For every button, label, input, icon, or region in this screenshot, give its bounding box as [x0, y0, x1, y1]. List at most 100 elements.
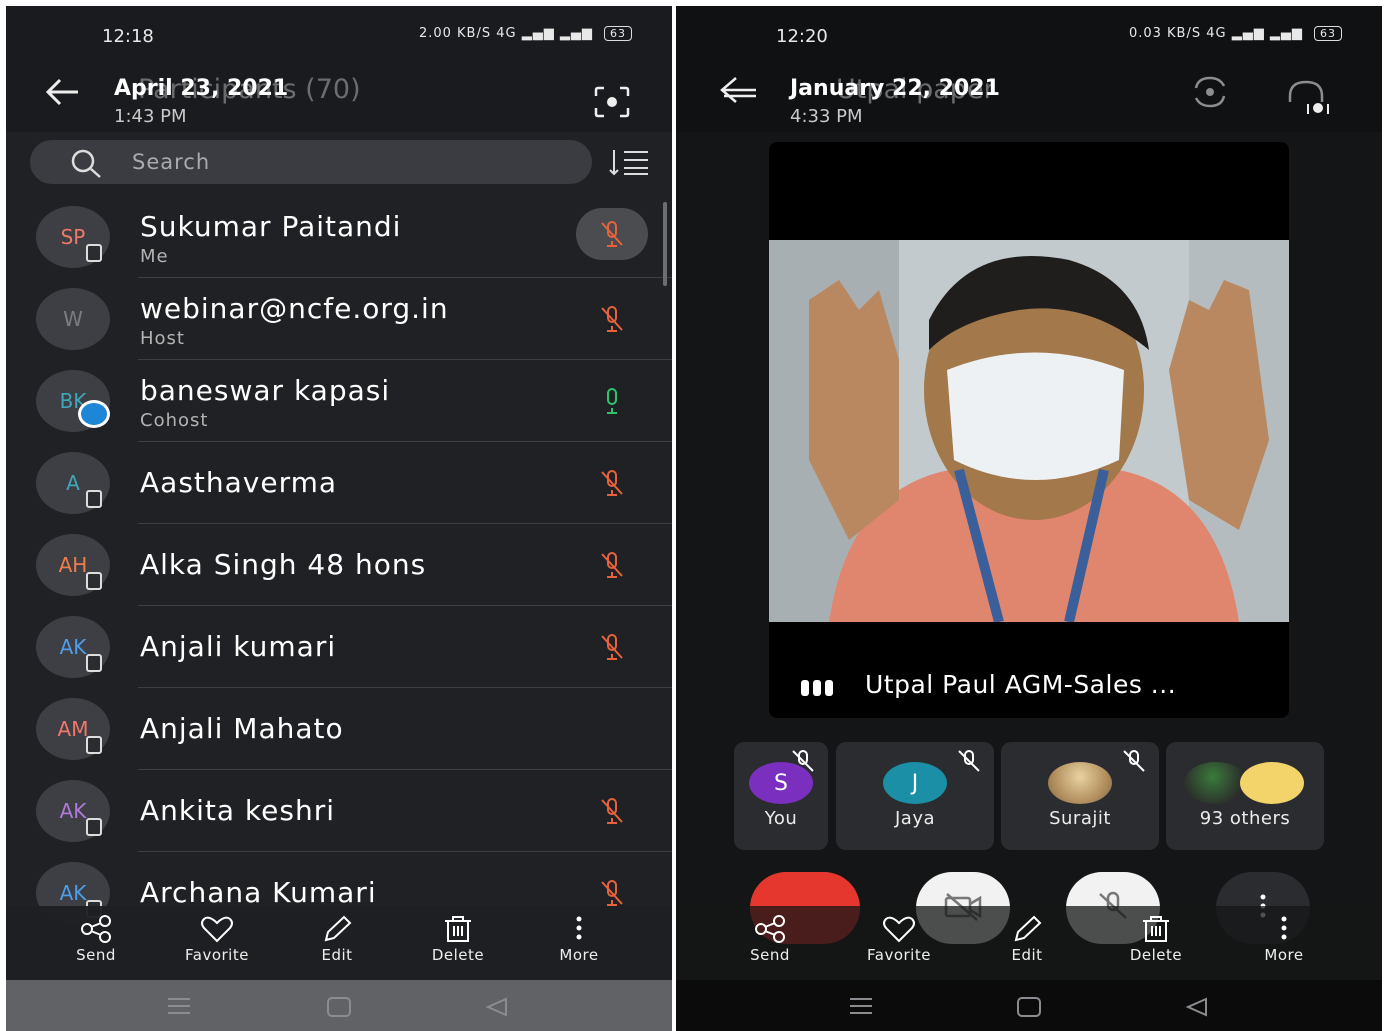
send-label: Send	[76, 946, 116, 964]
tile-label: 93 others	[1199, 808, 1291, 829]
mic-off-icon[interactable]	[598, 550, 626, 580]
avatar	[1240, 762, 1304, 804]
status-time: 12:20	[776, 26, 828, 47]
more-button[interactable]: More	[1229, 914, 1339, 964]
mic-off-icon[interactable]	[598, 796, 626, 826]
status-time: 12:18	[102, 26, 154, 47]
send-button[interactable]: Send	[41, 914, 151, 964]
system-nav-bar	[6, 980, 672, 1031]
more-vertical-icon	[1281, 916, 1287, 940]
avatar: W	[36, 288, 110, 350]
mobile-device-icon	[86, 818, 102, 836]
participant-name: Aasthaverma	[140, 466, 338, 499]
participant-role: Cohost	[140, 410, 209, 431]
mobile-device-icon	[86, 244, 102, 262]
cohost-badge-icon	[78, 400, 110, 428]
favorite-button[interactable]: Favorite	[162, 914, 272, 964]
participant-row[interactable]: AM Anjali Mahato	[6, 688, 672, 770]
participant-tile-you[interactable]: S You	[734, 742, 828, 850]
heart-icon	[883, 916, 915, 943]
participant-row[interactable]: AH Alka Singh 48 hons	[6, 524, 672, 606]
edit-button[interactable]: Edit	[282, 914, 392, 964]
participant-row[interactable]: SP Sukumar Paitandi Me	[6, 196, 672, 278]
back-nav-icon[interactable]	[484, 996, 510, 1018]
speaker-video-frame	[769, 240, 1289, 622]
system-nav-bar	[676, 980, 1382, 1031]
share-icon	[755, 915, 785, 943]
participant-name: Anjali kumari	[140, 630, 337, 663]
search-placeholder: Search	[132, 150, 211, 174]
audio-level-icon	[801, 680, 833, 696]
send-button[interactable]: Send	[715, 914, 825, 964]
participant-tile-others[interactable]: 93 others	[1166, 742, 1324, 850]
back-arrow-icon[interactable]	[716, 72, 760, 112]
participant-row[interactable]: Wwebinar@ncfe.org.in Host	[6, 278, 672, 360]
mic-off-icon[interactable]	[598, 632, 626, 662]
delete-button[interactable]: Delete	[1101, 914, 1211, 964]
sort-icon[interactable]	[608, 146, 650, 178]
participant-name: Ankita keshri	[140, 794, 335, 827]
back-arrow-icon[interactable]	[40, 72, 84, 112]
scrollbar[interactable]	[663, 202, 667, 286]
more-button[interactable]: More	[524, 914, 634, 964]
participant-role: Me	[140, 246, 169, 267]
gallery-action-bar: Send Favorite Edit Delete More	[676, 906, 1382, 980]
mic-off-icon[interactable]	[576, 208, 648, 260]
participants-screen: 12:18 2.00 KB/S 4G ▂▄▆ ▂▄▆ 63 Participan…	[6, 6, 672, 1031]
status-bar: 12:20 0.03 KB/S 4G ▂▄▆ ▂▄▆ 63	[676, 6, 1382, 54]
participant-name: Sukumar Paitandi	[140, 210, 402, 243]
search-input[interactable]: Search	[30, 140, 592, 184]
edit-label: Edit	[1011, 946, 1043, 964]
mic-on-icon[interactable]	[598, 386, 626, 416]
status-indicators: 2.00 KB/S 4G ▂▄▆ ▂▄▆ 63	[419, 26, 632, 41]
delete-label: Delete	[1129, 946, 1183, 964]
mic-off-icon[interactable]	[598, 878, 626, 908]
network-speed: 0.03 KB/S	[1128, 26, 1202, 41]
avatar: J	[883, 762, 947, 804]
participant-row[interactable]: AK Ankita keshri	[6, 770, 672, 852]
edit-label: Edit	[321, 946, 353, 964]
audio-output-icon[interactable]	[1282, 78, 1334, 118]
mobile-device-icon	[86, 490, 102, 508]
tile-label: Jaya	[894, 808, 936, 829]
photo-date: January 22, 2021	[790, 76, 1000, 101]
active-speaker-video[interactable]: Utpal Paul AGM-Sales ...	[769, 142, 1289, 718]
home-nav-icon[interactable]	[1016, 996, 1042, 1018]
participant-role: Host	[140, 328, 185, 349]
gallery-action-bar: Send Favorite Edit Delete More	[6, 906, 672, 980]
app-header: Participants (70) April 23, 2021 1:43 PM	[6, 54, 672, 132]
tile-label: Surajit	[1049, 808, 1111, 829]
delete-button[interactable]: Delete	[403, 914, 513, 964]
search-icon	[71, 149, 101, 178]
more-vertical-icon	[576, 916, 582, 940]
participant-name: webinar@ncfe.org.in	[140, 292, 449, 325]
pencil-icon	[324, 915, 352, 942]
mic-off-icon[interactable]	[598, 468, 626, 498]
favorite-label: Favorite	[185, 946, 249, 964]
switch-camera-icon[interactable]	[1188, 74, 1232, 110]
home-nav-icon[interactable]	[326, 996, 352, 1018]
delete-label: Delete	[431, 946, 485, 964]
participant-row[interactable]: AK Anjali kumari	[6, 606, 672, 688]
participant-row[interactable]: BK baneswar kapasi Cohost	[6, 360, 672, 442]
participant-tile-jaya[interactable]: J Jaya	[836, 742, 994, 850]
mic-off-icon	[958, 750, 980, 772]
mic-off-icon[interactable]	[598, 304, 626, 334]
lens-scan-icon[interactable]	[592, 84, 632, 120]
edit-button[interactable]: Edit	[972, 914, 1082, 964]
participant-tile-surajit[interactable]: Surajit	[1001, 742, 1159, 850]
network-speed: 2.00 KB/S	[418, 26, 492, 41]
mic-off-icon	[1123, 750, 1145, 772]
recents-nav-icon[interactable]	[848, 996, 874, 1016]
heart-icon	[201, 916, 233, 943]
favorite-button[interactable]: Favorite	[844, 914, 954, 964]
participant-row[interactable]: A Aasthaverma	[6, 442, 672, 524]
mobile-device-icon	[86, 572, 102, 590]
battery-icon: 63	[604, 26, 632, 41]
back-nav-icon[interactable]	[1184, 996, 1210, 1018]
avatar	[1048, 762, 1112, 804]
recents-nav-icon[interactable]	[166, 996, 192, 1016]
photo-time: 1:43 PM	[114, 106, 187, 127]
app-header: Utpal paper January 22, 2021 4:33 PM	[676, 54, 1382, 132]
status-indicators: 0.03 KB/S 4G ▂▄▆ ▂▄▆ 63	[1129, 26, 1342, 41]
